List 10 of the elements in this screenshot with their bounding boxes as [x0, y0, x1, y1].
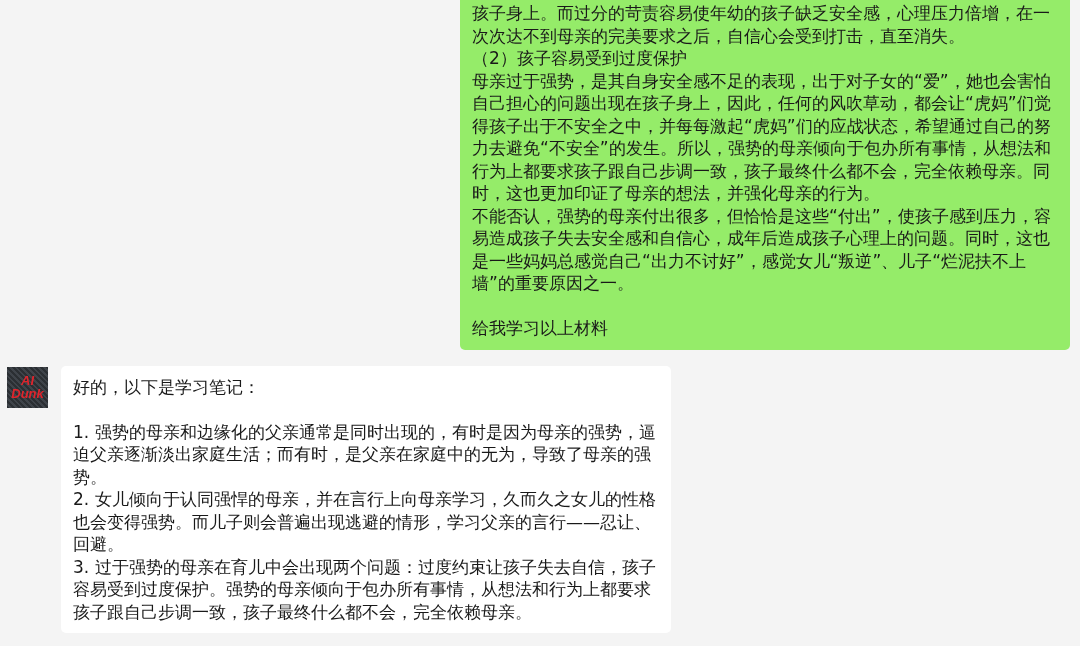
avatar-logo[interactable]: AI Dunk: [7, 366, 48, 408]
message-paragraph: 好的，以下是学习笔记：: [73, 375, 261, 398]
message-paragraph: 母亲过于强势，是其自身安全感不足的表现，出于对子女的“爱”，她也会害怕自己担心的问题出现在孩子身上，因此，任何的风吹草动，都会让“虎妈”们觉得孩子出于不安全之中，并每每激起“虎妈”们的应战状态，希望通过自己的努力去避免“不安全”的发生。所以，强势的母亲倾向于包办所有事情，从想法和行为上都要求孩子跟自己步调一致，孩子最终什么都不会，完全依赖母亲。同时，这也更加印证了母亲的想法，并强化母亲的行为。: [472, 69, 1052, 205]
message-paragraph: 给我学习以上材料: [472, 317, 609, 340]
message-paragraph: 2. 女儿倾向于认同强悍的母亲，并在言行上向母亲学习，久而久之女儿的性格也会变得强势。而儿子则会普遍出现逃避的情形，学习父亲的言行——忍让、回避。: [73, 488, 657, 556]
message-paragraph: 不能否认，强势的母亲付出很多，但恰恰是这些“付出”，使孩子感到压力，容易造成孩子失去安全感和自信心，成年后造成孩子心理上的问题。同时，这也是一些妈妈总感觉自己“出力不讨好”，感觉女儿“叛逆”、儿子“烂泥扶不上墙”的重要原因之一。: [472, 204, 1052, 295]
message-paragraph: 孩子身上。而过分的苛责容易使年幼的孩子缺乏安全感，心理压力倍增，在一次次达不到母亲的完美要求之后，自信心会受到打击，直至消失。: [472, 2, 1051, 47]
message-paragraph: （2）孩子容易受到过度保护: [472, 47, 688, 70]
message-paragraph: 3. 过于强势的母亲在育儿中会出现两个问题：过度约束让孩子失去自信，孩子容易受到过度保护。强势的母亲倾向于包办所有事情，从想法和行为上都要求孩子跟自己步调一致，孩子最终什么都不会，完全依赖母亲。: [73, 555, 657, 623]
message-paragraph: 1. 强势的母亲和边缘化的父亲通常是同时出现的，有时是因为母亲的强势，逼迫父亲逐渐淡出家庭生活；而有时，是父亲在家庭中的无为，导致了母亲的强势。: [73, 420, 657, 488]
